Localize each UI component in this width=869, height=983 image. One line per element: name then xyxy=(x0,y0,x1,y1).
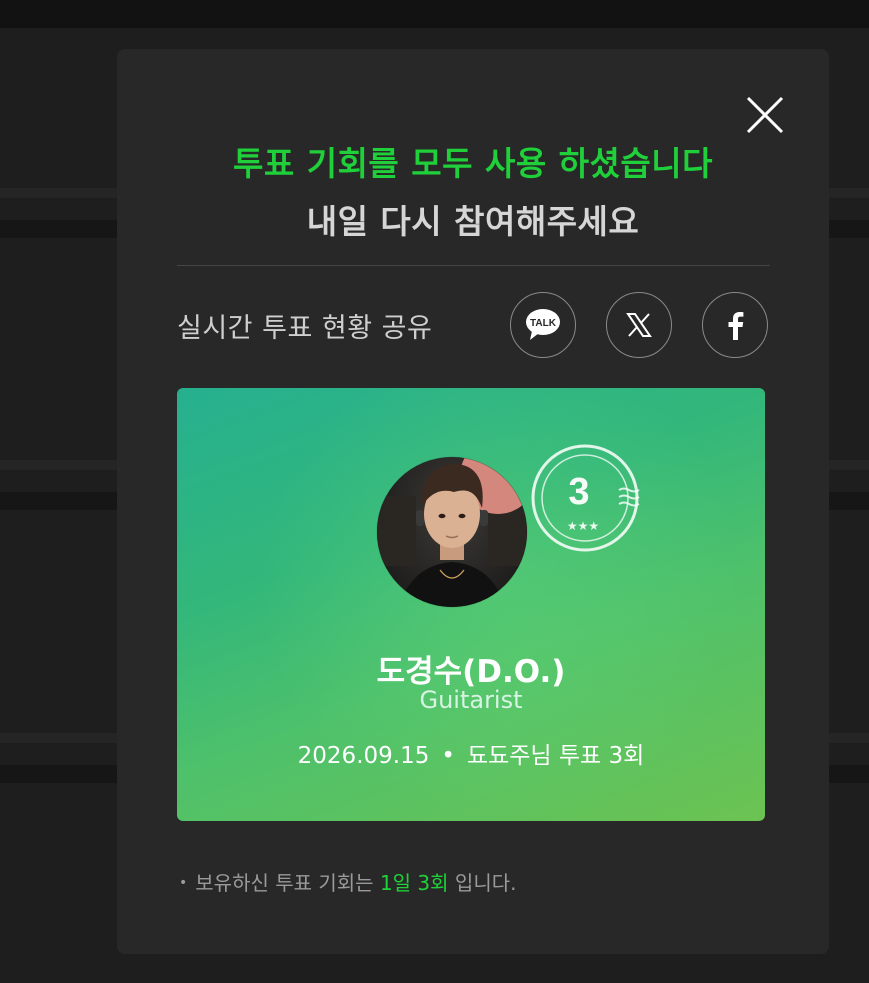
stamp-stars: ★★★ xyxy=(567,519,599,533)
close-icon xyxy=(746,96,784,134)
share-x-button[interactable] xyxy=(606,292,672,358)
note-bullet: • xyxy=(179,875,188,891)
separator-dot: • xyxy=(441,743,455,769)
stamp-number: 3 xyxy=(568,471,589,513)
share-facebook-button[interactable] xyxy=(702,292,768,358)
share-label: 실시간 투표 현황 공유 xyxy=(177,313,433,344)
background-topbar xyxy=(0,0,869,28)
vote-stamp-badge: 3 ★★★ xyxy=(531,444,640,552)
divider xyxy=(177,265,770,266)
kakaotalk-text: TALK xyxy=(530,318,557,329)
artist-name: 도경수(D.O.) xyxy=(376,654,566,690)
close-button[interactable] xyxy=(745,95,785,135)
x-icon xyxy=(626,313,652,337)
vote-limit-modal: 투표 기회를 모두 사용 하셨습니다 내일 다시 참여해주세요 실시간 투표 현… xyxy=(117,49,829,954)
kakaotalk-icon: TALK xyxy=(526,309,560,340)
vote-date: 2026.09.15 xyxy=(297,743,430,769)
note-prefix: 보유하신 투표 기회는 xyxy=(195,871,374,895)
vote-info: 됴됴주님 투표 3회 xyxy=(466,743,645,769)
share-kakaotalk-button[interactable]: TALK xyxy=(510,292,576,358)
modal-subtitle: 내일 다시 참여해주세요 xyxy=(306,202,640,241)
vote-limit-note: • 보유하신 투표 기회는 1일 3회 입니다. xyxy=(179,867,516,896)
modal-title: 투표 기회를 모두 사용 하셨습니다 xyxy=(233,144,713,183)
note-highlight: 1일 3회 xyxy=(379,871,449,895)
vote-summary: 2026.09.15 • 됴됴주님 투표 3회 xyxy=(177,736,765,770)
artist-role: Guitarist xyxy=(419,686,523,714)
artist-avatar xyxy=(376,456,528,608)
note-suffix: 입니다. xyxy=(454,871,517,895)
facebook-icon xyxy=(728,312,744,340)
vote-card: 3 ★★★ 도경수(D.O.) Guitarist 2026.09.15 • 됴됴주… xyxy=(177,388,765,821)
